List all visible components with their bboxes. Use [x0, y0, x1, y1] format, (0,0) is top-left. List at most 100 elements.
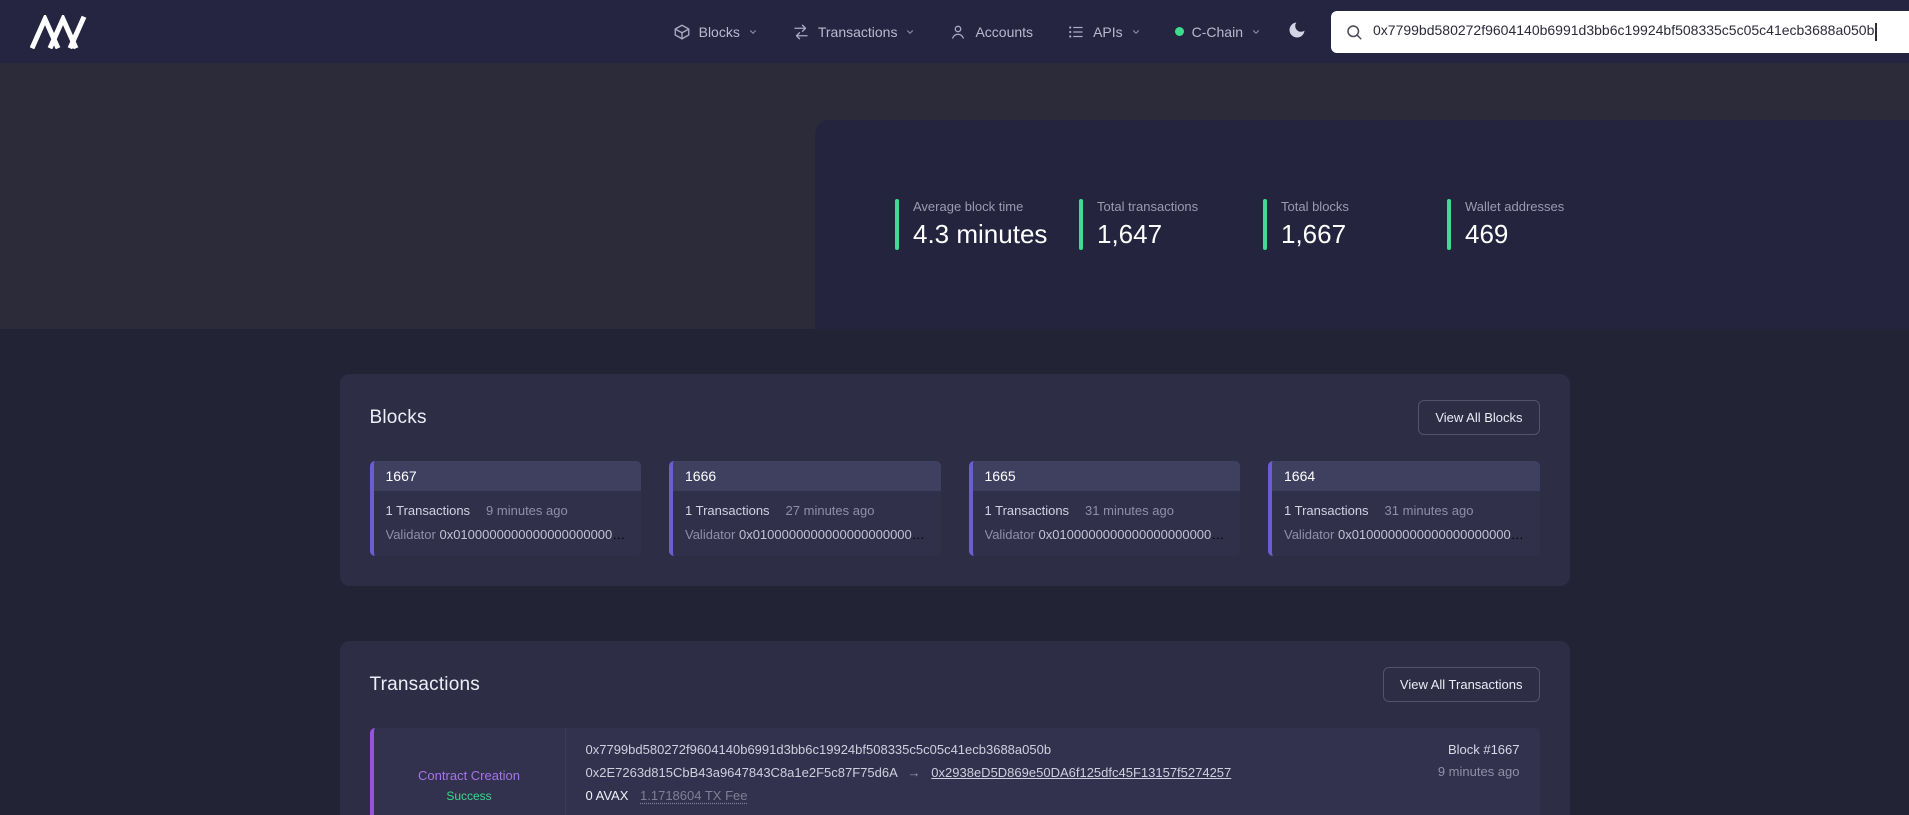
nav-item-label: APIs	[1093, 24, 1123, 40]
top-navbar: Blocks Transactions Accounts APIs	[0, 0, 1909, 63]
block-card-list: 1667 1 Transactions 9 minutes ago Valida…	[370, 461, 1540, 556]
transaction-block-link[interactable]: Block #1667	[1438, 742, 1520, 757]
stat-total-transactions: Total transactions 1,647	[1079, 199, 1263, 250]
transaction-fee: 1.1718604 TX Fee	[640, 788, 747, 803]
block-tx-count: 1 Transactions	[386, 503, 471, 518]
cube-icon	[673, 23, 691, 41]
nav-item-label: Blocks	[699, 24, 740, 40]
block-validator: Validator 0x0100000000000000000000000000…	[685, 527, 929, 542]
transaction-addresses: 0x2E7263d815CbB43a9647843C8a1e2F5c87F75d…	[586, 765, 1232, 780]
block-age: 31 minutes ago	[1385, 503, 1474, 518]
block-age: 31 minutes ago	[1085, 503, 1174, 518]
text-cursor	[1875, 23, 1877, 41]
block-number-link[interactable]: 1666	[673, 461, 941, 491]
block-validator: Validator 0x0100000000000000000000000000…	[985, 527, 1229, 542]
chevron-down-icon	[905, 27, 915, 37]
theme-toggle-button[interactable]	[1287, 20, 1307, 43]
chain-selector-label: C-Chain	[1192, 24, 1243, 40]
block-number-link[interactable]: 1664	[1272, 461, 1540, 491]
block-card-body: 1 Transactions 31 minutes ago Validator …	[1272, 491, 1540, 556]
validator-label: Validator	[1284, 527, 1334, 542]
search-bar: 0x7799bd580272f9604140b6991d3bb6c19924bf…	[1331, 11, 1909, 53]
block-card-body: 1 Transactions 31 minutes ago Validator …	[973, 491, 1241, 556]
to-address-link[interactable]: 0x2938eD5D869e50DA6f125dfc45F13157f52742…	[931, 765, 1231, 780]
stat-total-blocks: Total blocks 1,667	[1263, 199, 1447, 250]
nav-item-apis[interactable]: APIs	[1067, 23, 1141, 41]
transaction-status-badge: Success	[446, 789, 491, 803]
stat-label: Total transactions	[1097, 199, 1198, 214]
main-content: Blocks View All Blocks 1667 1 Transactio…	[340, 374, 1570, 815]
transactions-panel: Transactions View All Transactions Contr…	[340, 641, 1570, 815]
block-card[interactable]: 1667 1 Transactions 9 minutes ago Valida…	[370, 461, 642, 556]
stat-accent-bar	[1447, 199, 1451, 250]
validator-address: 0x01000000000000000000000000000000000000…	[1338, 527, 1528, 542]
stat-value: 1,647	[1097, 219, 1198, 250]
transaction-details: 0x7799bd580272f9604140b6991d3bb6c19924bf…	[566, 728, 1252, 815]
transaction-type-cell: Contract Creation Success	[374, 728, 566, 815]
stat-label: Wallet addresses	[1465, 199, 1564, 214]
list-icon	[1067, 23, 1085, 41]
chevron-down-icon	[1131, 27, 1141, 37]
nav-item-label: Transactions	[818, 24, 898, 40]
view-all-transactions-button[interactable]: View All Transactions	[1383, 667, 1540, 702]
blocks-panel: Blocks View All Blocks 1667 1 Transactio…	[340, 374, 1570, 586]
block-card[interactable]: 1666 1 Transactions 27 minutes ago Valid…	[669, 461, 941, 556]
chain-selector[interactable]: C-Chain	[1175, 24, 1261, 40]
stat-value: 1,667	[1281, 219, 1349, 250]
search-icon	[1345, 23, 1363, 41]
block-age: 9 minutes ago	[486, 503, 568, 518]
block-card-body: 1 Transactions 9 minutes ago Validator 0…	[374, 491, 642, 556]
block-card-body: 1 Transactions 27 minutes ago Validator …	[673, 491, 941, 556]
arrow-right-icon: →	[908, 765, 921, 780]
validator-label: Validator	[386, 527, 436, 542]
hero-section: Average block time 4.3 minutes Total tra…	[0, 63, 1909, 329]
person-icon	[949, 23, 967, 41]
transaction-row: Contract Creation Success 0x7799bd580272…	[370, 728, 1540, 815]
block-validator: Validator 0x0100000000000000000000000000…	[386, 527, 630, 542]
transaction-value-line: 0 AVAX 1.1718604 TX Fee	[586, 788, 1232, 803]
transaction-age: 9 minutes ago	[1438, 764, 1520, 779]
block-tx-count: 1 Transactions	[1284, 503, 1369, 518]
stat-label: Average block time	[913, 199, 1047, 214]
nav-item-label: Accounts	[975, 24, 1033, 40]
blocks-panel-title: Blocks	[370, 407, 427, 429]
stat-average-block-time: Average block time 4.3 minutes	[895, 199, 1079, 250]
block-card[interactable]: 1665 1 Transactions 31 minutes ago Valid…	[969, 461, 1241, 556]
transaction-meta: Block #1667 9 minutes ago	[1418, 728, 1540, 815]
network-stats-panel: Average block time 4.3 minutes Total tra…	[815, 120, 1909, 329]
chevron-down-icon	[1251, 27, 1261, 37]
stat-wallet-addresses: Wallet addresses 469	[1447, 199, 1631, 250]
transaction-hash-link[interactable]: 0x7799bd580272f9604140b6991d3bb6c19924bf…	[586, 742, 1232, 757]
nav-item-accounts[interactable]: Accounts	[949, 23, 1033, 41]
validator-address: 0x01000000000000000000000000000000000000…	[739, 527, 929, 542]
nav-item-transactions[interactable]: Transactions	[792, 23, 916, 41]
block-validator: Validator 0x0100000000000000000000000000…	[1284, 527, 1528, 542]
moon-icon	[1287, 20, 1307, 43]
stat-value: 469	[1465, 219, 1564, 250]
transactions-panel-title: Transactions	[370, 674, 480, 696]
view-all-blocks-button[interactable]: View All Blocks	[1418, 400, 1539, 435]
validator-label: Validator	[685, 527, 735, 542]
stat-accent-bar	[1079, 199, 1083, 250]
stat-accent-bar	[1263, 199, 1267, 250]
search-input-value: 0x7799bd580272f9604140b6991d3bb6c19924bf…	[1373, 22, 1874, 38]
block-tx-count: 1 Transactions	[685, 503, 770, 518]
block-age: 27 minutes ago	[786, 503, 875, 518]
block-tx-count: 1 Transactions	[985, 503, 1070, 518]
transactions-icon	[792, 23, 810, 41]
blocks-panel-header: Blocks View All Blocks	[370, 400, 1540, 435]
chain-status-dot	[1175, 27, 1184, 36]
avalanche-logo[interactable]	[30, 15, 88, 49]
from-address: 0x2E7263d815CbB43a9647843C8a1e2F5c87F75d…	[586, 765, 898, 780]
search-input[interactable]: 0x7799bd580272f9604140b6991d3bb6c19924bf…	[1373, 22, 1897, 40]
stat-value: 4.3 minutes	[913, 219, 1047, 250]
block-number-link[interactable]: 1667	[374, 461, 642, 491]
nav-item-blocks[interactable]: Blocks	[673, 23, 758, 41]
validator-address: 0x01000000000000000000000000000000000000…	[439, 527, 629, 542]
block-number-link[interactable]: 1665	[973, 461, 1241, 491]
stat-label: Total blocks	[1281, 199, 1349, 214]
transactions-panel-header: Transactions View All Transactions	[370, 667, 1540, 702]
block-card[interactable]: 1664 1 Transactions 31 minutes ago Valid…	[1268, 461, 1540, 556]
chevron-down-icon	[748, 27, 758, 37]
validator-address: 0x01000000000000000000000000000000000000…	[1038, 527, 1228, 542]
